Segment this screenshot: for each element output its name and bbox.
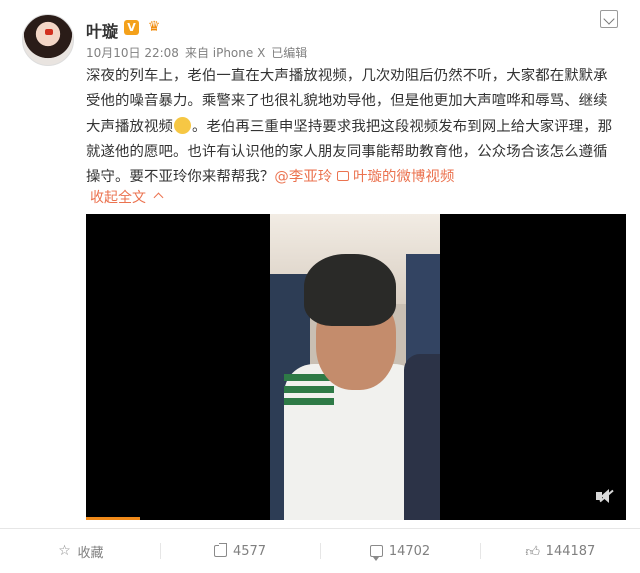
comment-icon xyxy=(369,545,383,561)
video-frame xyxy=(270,214,440,520)
chevron-down-icon[interactable] xyxy=(600,10,618,28)
comment-button[interactable]: 14702 xyxy=(320,529,480,573)
video-shirt-stripe xyxy=(284,386,334,393)
like-button[interactable]: 👍︎ 144187 xyxy=(480,529,640,573)
video-link[interactable]: 叶璇的微博视频 xyxy=(337,169,454,185)
favorite-label: 收藏 xyxy=(77,545,104,561)
post-text: 深夜的列车上，老伯一直在大声播放视频，几次劝阻后仍然不听，大家都在默默承受他的噪… xyxy=(86,64,622,190)
mention-link[interactable]: @李亚玲 xyxy=(274,169,332,185)
edited-label[interactable]: 已编辑 xyxy=(271,46,307,60)
post-meta: 10月10日 22:08 来自 iPhone X 已编辑 xyxy=(86,44,313,61)
video-progress-bar[interactable] xyxy=(86,517,140,520)
favorite-button[interactable]: ☆ 收藏 xyxy=(0,529,160,573)
repost-button[interactable]: 4577 xyxy=(160,529,320,573)
post-date[interactable]: 10月10日 22:08 xyxy=(86,46,179,60)
collapse-text-link[interactable]: 收起全文 xyxy=(90,187,164,207)
chevron-up-icon xyxy=(153,192,164,203)
video-person-hair xyxy=(304,254,396,326)
repost-icon xyxy=(213,543,227,557)
video-link-label: 叶璇的微博视频 xyxy=(353,169,455,186)
verified-badge-icon: V xyxy=(124,20,139,35)
mute-icon[interactable] xyxy=(596,488,614,504)
video-link-icon xyxy=(337,171,350,182)
username[interactable]: 叶璇 xyxy=(86,18,118,42)
avatar[interactable] xyxy=(22,14,74,66)
comment-count: 14702 xyxy=(388,543,431,559)
video-shirt-stripe xyxy=(284,398,334,405)
star-icon: ☆ xyxy=(58,543,71,559)
action-bar: ☆ 收藏 4577 14702 👍︎ 144187 xyxy=(0,529,640,573)
avatar-forehead-mark xyxy=(45,29,53,35)
thumbs-up-icon: 👍︎ xyxy=(525,543,540,560)
repost-count: 4577 xyxy=(232,543,267,559)
like-count: 144187 xyxy=(545,543,596,559)
post-source: 来自 iPhone X xyxy=(184,46,266,60)
sleepy-face-emoji-icon xyxy=(173,116,191,134)
collapse-label: 收起全文 xyxy=(90,190,146,206)
video-player[interactable] xyxy=(86,214,626,520)
video-foreground-shoulder xyxy=(404,354,440,520)
crown-icon: ♛ xyxy=(147,19,161,35)
